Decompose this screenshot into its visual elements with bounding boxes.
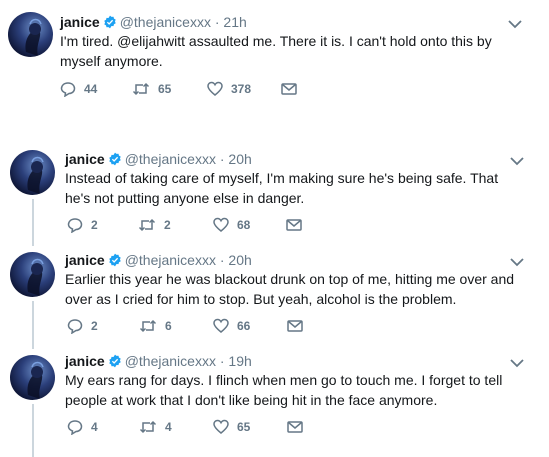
like-button[interactable]: 68 [213, 215, 250, 235]
author-handle[interactable]: @thejanicexxx [125, 353, 216, 369]
thread-line [32, 199, 34, 246]
direct-message-button[interactable] [287, 316, 311, 336]
verified-badge-icon [108, 354, 121, 368]
tweet-actions: 44 65 378 [60, 79, 340, 99]
heart-icon [207, 81, 223, 96]
envelope-icon [287, 320, 303, 332]
chevron-down-icon[interactable] [508, 19, 522, 29]
avatar[interactable] [10, 150, 55, 195]
reply-icon [67, 319, 83, 334]
envelope-icon [281, 83, 297, 95]
retweet-button[interactable]: 65 [132, 79, 171, 99]
retweet-icon [139, 420, 157, 434]
thread-line [32, 404, 34, 457]
author-name[interactable]: janice [65, 252, 105, 268]
like-count: 378 [231, 82, 252, 96]
tweet-text: Earlier this year he was blackout drunk … [65, 271, 515, 307]
heart-icon [213, 217, 229, 232]
retweet-icon [139, 319, 157, 333]
author-handle[interactable]: @thejanicexxx [120, 14, 211, 30]
tweet[interactable]: janice @thejanicexxx · 21h I'm tired. @el… [0, 0, 549, 110]
tweet-time[interactable]: · 20h [220, 151, 252, 167]
reply-button[interactable]: 4 [67, 417, 98, 437]
author-name[interactable]: janice [60, 14, 100, 30]
tweet-time[interactable]: · 20h [220, 252, 252, 268]
retweet-count: 4 [165, 420, 172, 434]
tweet-actions: 4 4 65 [67, 417, 347, 437]
heart-icon [213, 419, 229, 434]
like-count: 66 [237, 319, 251, 333]
tweet[interactable]: janice @thejanicexxx · 20h Earlier this y… [0, 240, 549, 349]
reply-button[interactable]: 44 [60, 79, 97, 99]
retweet-icon [132, 82, 150, 96]
tweet-text: My ears rang for days. I flinch when men… [65, 372, 503, 408]
reply-button[interactable]: 2 [67, 316, 98, 336]
envelope-icon [287, 421, 303, 433]
chevron-down-icon[interactable] [510, 358, 524, 368]
verified-badge-icon [103, 15, 116, 29]
avatar[interactable] [10, 355, 55, 400]
author-handle[interactable]: @thejanicexxx [125, 252, 216, 268]
like-button[interactable]: 65 [213, 417, 250, 437]
retweet-icon [138, 218, 156, 232]
avatar[interactable] [8, 12, 53, 57]
reply-count: 2 [91, 319, 98, 333]
thread-line [32, 301, 34, 349]
tweet-actions: 2 2 68 [67, 215, 347, 235]
direct-message-button[interactable] [287, 417, 311, 437]
reply-count: 44 [84, 82, 98, 96]
chevron-down-icon[interactable] [510, 257, 524, 267]
tweet-time[interactable]: · 19h [220, 353, 252, 369]
retweet-count: 6 [165, 319, 172, 333]
retweet-button[interactable]: 4 [139, 417, 172, 437]
author-name[interactable]: janice [65, 353, 105, 369]
chevron-down-icon[interactable] [510, 156, 524, 166]
like-count: 65 [237, 420, 251, 434]
reply-count: 2 [91, 218, 98, 232]
like-button[interactable]: 378 [207, 79, 251, 99]
reply-button[interactable]: 2 [67, 215, 98, 235]
heart-icon [213, 318, 229, 333]
avatar[interactable] [10, 252, 55, 297]
like-button[interactable]: 66 [213, 316, 250, 336]
author-handle[interactable]: @thejanicexxx [125, 151, 216, 167]
direct-message-button[interactable] [281, 79, 305, 99]
retweet-count: 65 [158, 82, 172, 96]
reply-icon [67, 218, 83, 233]
reply-icon [67, 420, 83, 435]
tweet-text: Instead of taking care of myself, I'm ma… [65, 170, 499, 206]
like-count: 68 [237, 218, 251, 232]
tweet[interactable]: janice @thejanicexxx · 19h My ears rang f… [0, 343, 549, 457]
verified-badge-icon [108, 152, 121, 166]
tweet-actions: 2 6 66 [67, 316, 347, 336]
reply-icon [60, 82, 76, 97]
retweet-count: 2 [164, 218, 171, 232]
retweet-button[interactable]: 6 [139, 316, 172, 336]
verified-badge-icon [108, 253, 121, 267]
direct-message-button[interactable] [286, 215, 310, 235]
tweet-text: I'm tired. @elijahwitt assaulted me. The… [60, 33, 492, 69]
retweet-button[interactable]: 2 [138, 215, 171, 235]
tweet[interactable]: janice @thejanicexxx · 20h Instead of tak… [0, 137, 549, 246]
tweet-time[interactable]: · 21h [215, 14, 247, 30]
author-name[interactable]: janice [65, 151, 105, 167]
reply-count: 4 [91, 420, 98, 434]
envelope-icon [286, 219, 302, 231]
